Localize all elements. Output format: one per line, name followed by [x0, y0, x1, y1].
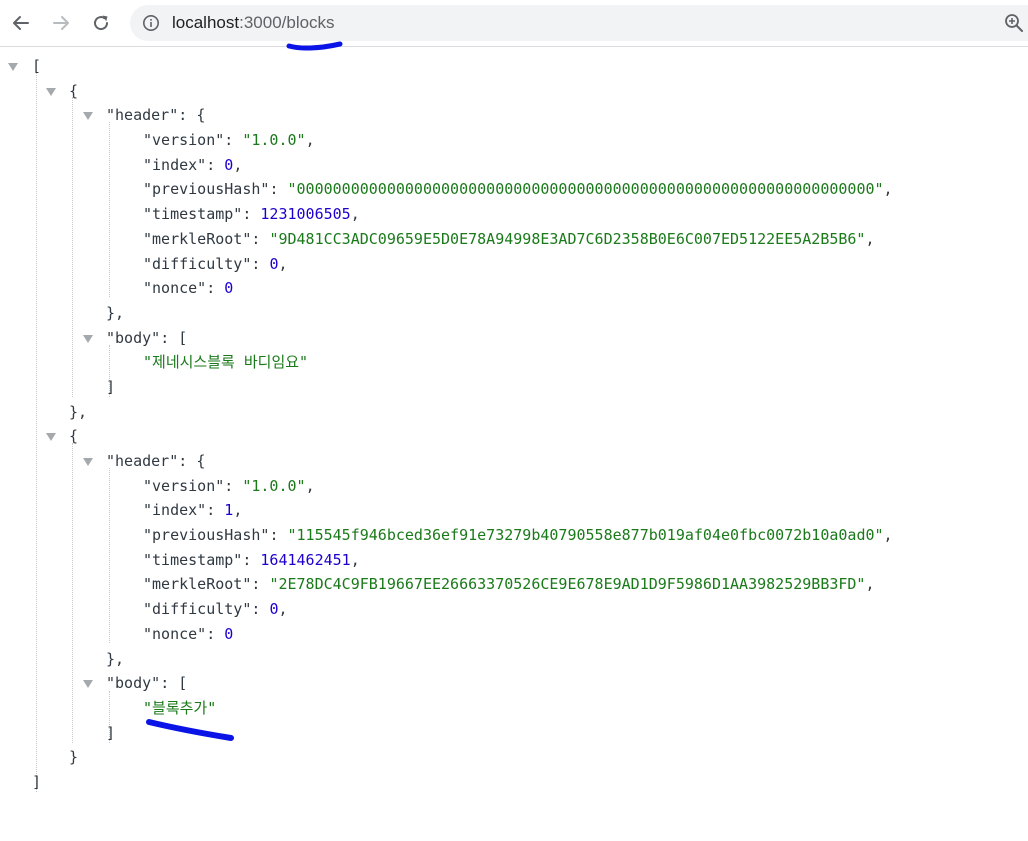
annotation-underline-body [146, 719, 234, 741]
annotation-overlay [146, 41, 343, 741]
annotation-underline-url [286, 41, 343, 51]
